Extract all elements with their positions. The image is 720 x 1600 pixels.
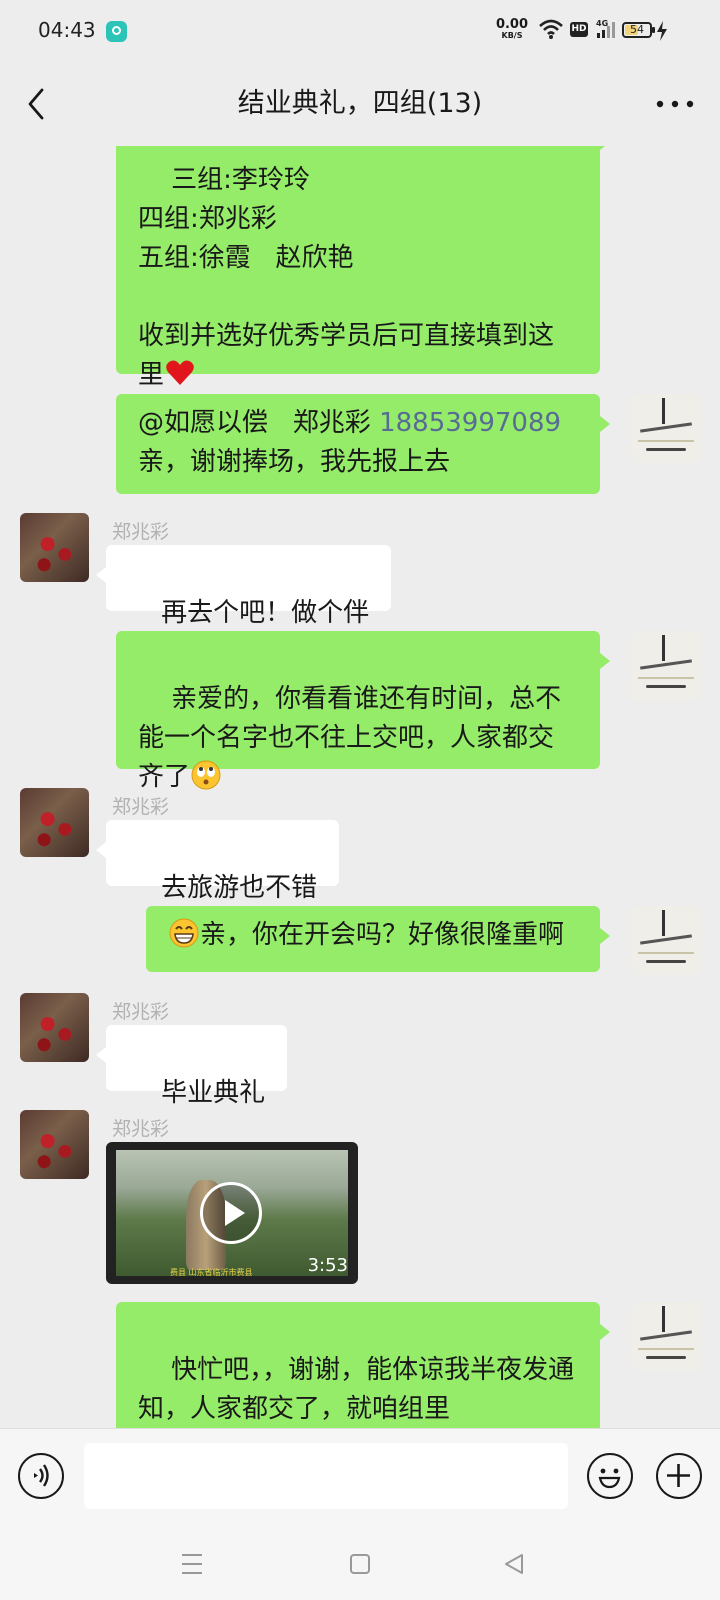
message-bubble[interactable]: 三组:李玲玲 四组:郑兆彩 五组:徐霞 赵欣艳 收到并选好优秀学员后可直接填到这… bbox=[116, 146, 610, 390]
chat-header: 结业典礼，四组(13) bbox=[0, 62, 720, 146]
sender-name: 郑兆彩 bbox=[112, 1001, 170, 1023]
network-speed-unit: KB/S bbox=[501, 31, 523, 40]
app-notification-icon bbox=[106, 21, 127, 42]
message-bubble[interactable]: @如愿以偿 郑兆彩 18853997089 亲，谢谢捧场，我先报上去 bbox=[116, 394, 610, 494]
rolling-eyes-emoji bbox=[191, 760, 221, 790]
avatar[interactable] bbox=[632, 906, 701, 975]
video-duration: 3:53 bbox=[307, 1255, 348, 1276]
message-text: 三组:李玲玲 四组:郑兆彩 五组:徐霞 赵欣艳 收到并选好优秀学员后可直接填到这… bbox=[138, 165, 555, 390]
input-bar bbox=[0, 1428, 720, 1529]
mention-text[interactable]: @如愿以偿 郑兆彩 bbox=[138, 408, 379, 438]
back-icon[interactable] bbox=[18, 84, 58, 124]
message-bubble[interactable]: 去旅游也不错 bbox=[95, 820, 340, 903]
charging-icon bbox=[657, 21, 667, 41]
wifi-icon bbox=[539, 19, 563, 39]
chat-title: 结业典礼，四组(13) bbox=[237, 88, 483, 119]
video-caption: 费县 山东省临沂市费县 bbox=[170, 1268, 253, 1277]
battery-icon: 54 bbox=[622, 22, 655, 38]
avatar[interactable] bbox=[20, 993, 89, 1062]
hd-icon: HD bbox=[570, 22, 588, 37]
grin-emoji bbox=[169, 918, 199, 948]
status-bar: 04:43 0.00 KB/S HD 4G 54 bbox=[0, 0, 720, 62]
avatar[interactable] bbox=[632, 1302, 701, 1371]
message-text: 亲，你在开会吗？好像很隆重啊 bbox=[200, 920, 565, 950]
message-text: 快忙吧，，谢谢，能体谅我半夜发通知，人家都交了，就咱组里 bbox=[138, 1355, 575, 1424]
network-speed: 0.00 KB/S bbox=[494, 18, 530, 40]
sender-name: 郑兆彩 bbox=[112, 1118, 170, 1140]
back-nav-icon[interactable] bbox=[494, 1546, 534, 1582]
phone-link[interactable]: 18853997089 bbox=[379, 408, 561, 438]
more-icon[interactable] bbox=[652, 84, 698, 124]
avatar[interactable] bbox=[20, 513, 89, 582]
message-text: 去旅游也不错 bbox=[161, 873, 318, 903]
avatar[interactable] bbox=[632, 631, 701, 700]
message-bubble[interactable]: 快忙吧，，谢谢，能体谅我半夜发通知，人家都交了，就咱组里 bbox=[116, 1302, 610, 1428]
message-text: 亲，谢谢捧场，我先报上去 bbox=[138, 447, 451, 477]
video-message[interactable]: 费县 山东省临沂市费县 3:53 bbox=[106, 1142, 358, 1284]
message-text: 再去个吧！做个伴 bbox=[161, 598, 370, 628]
emoji-icon[interactable] bbox=[587, 1453, 633, 1499]
menu-icon[interactable] bbox=[172, 1546, 212, 1582]
avatar[interactable] bbox=[632, 394, 701, 463]
heart-emoji bbox=[166, 360, 194, 385]
plus-icon[interactable] bbox=[656, 1453, 702, 1499]
signal-icon: 4G bbox=[596, 19, 615, 38]
sender-name: 郑兆彩 bbox=[112, 521, 170, 543]
message-text: 毕业典礼 bbox=[161, 1078, 266, 1108]
message-bubble[interactable]: 再去个吧！做个伴 bbox=[95, 545, 392, 628]
message-bubble[interactable]: 亲，你在开会吗？好像很隆重啊 bbox=[146, 906, 610, 972]
network-type: 4G bbox=[596, 19, 608, 28]
sender-name: 郑兆彩 bbox=[112, 796, 170, 818]
avatar[interactable] bbox=[20, 1110, 89, 1179]
message-bubble[interactable]: 毕业典礼 bbox=[95, 1025, 288, 1108]
network-speed-value: 0.00 bbox=[495, 17, 529, 32]
message-list[interactable]: 三组:李玲玲 四组:郑兆彩 五组:徐霞 赵欣艳 收到并选好优秀学员后可直接填到这… bbox=[0, 146, 720, 1428]
home-icon[interactable] bbox=[340, 1546, 380, 1582]
message-bubble[interactable]: 亲爱的，你看看谁还有时间，总不能一个名字也不往上交吧，人家都交齐了 bbox=[116, 631, 610, 792]
avatar[interactable] bbox=[20, 788, 89, 857]
play-icon[interactable] bbox=[200, 1182, 262, 1244]
system-nav-bar bbox=[0, 1528, 720, 1600]
message-input[interactable] bbox=[84, 1443, 568, 1509]
status-time: 04:43 bbox=[38, 18, 96, 42]
voice-icon[interactable] bbox=[18, 1453, 64, 1499]
battery-level: 54 bbox=[630, 23, 644, 36]
